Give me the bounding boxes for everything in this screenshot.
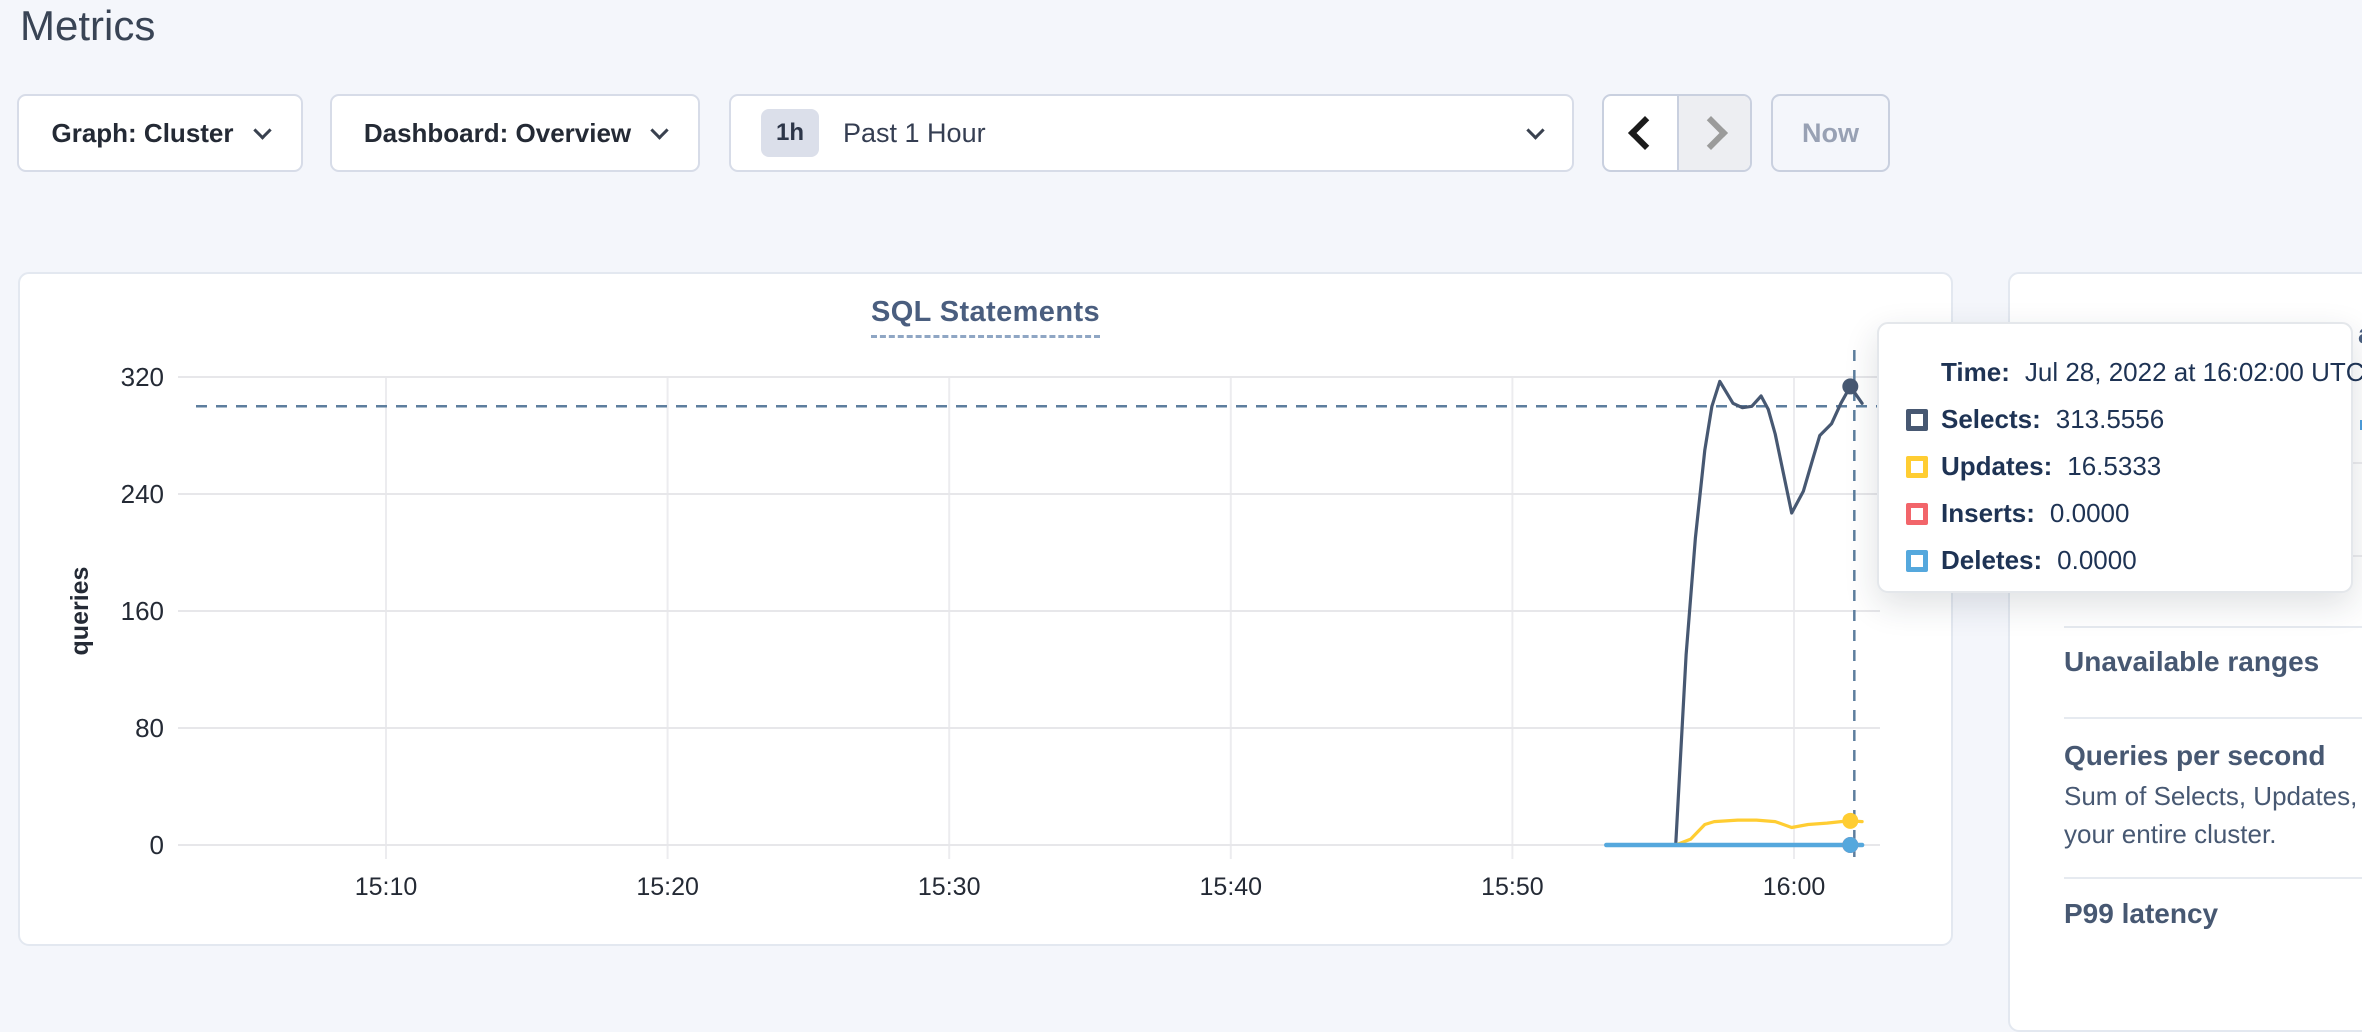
updates-series-swatch: [1906, 456, 1928, 478]
divider: [2064, 877, 2362, 879]
tooltip-time-row: Time: Jul 28, 2022 at 16:02:00 UTC: [1906, 349, 2351, 396]
prev-time-range-button[interactable]: [1604, 96, 1677, 170]
tooltip-time-value: Jul 28, 2022 at 16:02:00 UTC: [2025, 357, 2362, 388]
summary-description-line: your entire cluster.: [2064, 819, 2276, 850]
time-range-pager: [1602, 94, 1752, 172]
chart-title-text[interactable]: SQL Statements: [871, 296, 1100, 338]
metrics-page: { "page": { "title": "Metrics", "backgro…: [0, 0, 2362, 966]
time-window-dropdown[interactable]: 1h Past 1 Hour: [729, 94, 1574, 172]
now-button[interactable]: Now: [1771, 94, 1890, 172]
chevron-left-icon: [1628, 116, 1662, 150]
divider: [2064, 717, 2362, 719]
summary-title-unavailable-ranges: Unavailable ranges: [2064, 646, 2319, 678]
time-window-label: Past 1 Hour: [843, 118, 986, 149]
tooltip-deletes-row: Deletes: 0.0000: [1906, 537, 2351, 584]
divider: [2064, 626, 2362, 628]
clipped-chart-title-fragment: a: [2358, 318, 2362, 350]
summary-title-queries-per-second: Queries per second: [2064, 740, 2325, 772]
tooltip-time-label: Time:: [1941, 357, 2010, 388]
summary-title-p99-latency: P99 latency: [2064, 898, 2218, 930]
chart-hover-tooltip: Time: Jul 28, 2022 at 16:02:00 UTC Selec…: [1877, 322, 2353, 593]
time-window-badge: 1h: [761, 109, 819, 157]
tooltip-inserts-row: Inserts: 0.0000: [1906, 490, 2351, 537]
graph-scope-dropdown-label: Graph: Cluster: [51, 118, 233, 149]
page-title: Metrics: [20, 2, 155, 50]
tooltip-updates-row: Updates: 16.5333: [1906, 443, 2351, 490]
deletes-series-swatch: [1906, 550, 1928, 572]
dashboard-dropdown[interactable]: Dashboard: Overview: [330, 94, 700, 172]
next-time-range-button[interactable]: [1677, 96, 1750, 170]
chevron-right-icon: [1694, 116, 1728, 150]
chevron-down-icon: [650, 121, 668, 139]
chevron-down-icon: [253, 121, 271, 139]
dashboard-dropdown-label: Dashboard: Overview: [364, 118, 631, 149]
chart-title: SQL Statements: [20, 296, 1951, 329]
chart-plot-area[interactable]: [178, 377, 1880, 845]
selects-series-swatch: [1906, 409, 1928, 431]
tooltip-selects-row: Selects: 313.5556: [1906, 396, 2351, 443]
graph-scope-dropdown[interactable]: Graph: Cluster: [17, 94, 303, 172]
chevron-down-icon: [1526, 121, 1544, 139]
summary-description-line: Sum of Selects, Updates, Inser: [2064, 781, 2362, 812]
inserts-series-swatch: [1906, 503, 1928, 525]
